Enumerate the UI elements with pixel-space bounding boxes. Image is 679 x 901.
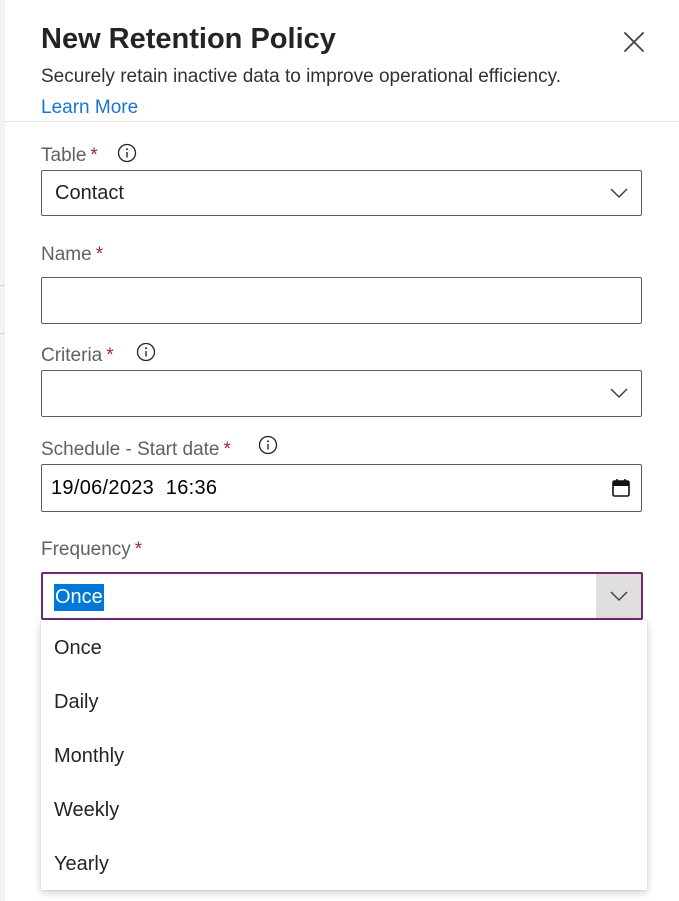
name-label-text: Name bbox=[41, 244, 92, 265]
frequency-label-text: Frequency bbox=[41, 539, 131, 560]
table-label-text: Table bbox=[41, 145, 87, 166]
close-button[interactable] bbox=[621, 29, 647, 55]
frequency-dropdown-button[interactable] bbox=[596, 574, 641, 618]
close-icon bbox=[624, 32, 644, 52]
info-icon[interactable] bbox=[258, 435, 278, 455]
option-label: Monthly bbox=[54, 745, 125, 767]
frequency-select[interactable]: Once bbox=[41, 572, 643, 620]
frequency-option-weekly[interactable]: Weekly bbox=[41, 783, 647, 837]
table-label: Table * bbox=[41, 143, 98, 169]
frequency-option-monthly[interactable]: Monthly bbox=[41, 729, 647, 783]
option-label: Weekly bbox=[54, 799, 120, 821]
start-date-value: 19/06/2023 16:36 bbox=[51, 477, 218, 499]
frequency-label: Frequency * bbox=[41, 537, 142, 563]
chevron-down-icon bbox=[610, 188, 628, 199]
criteria-label: Criteria * bbox=[41, 343, 114, 369]
chevron-down-icon bbox=[610, 388, 628, 399]
background-divider bbox=[0, 285, 5, 286]
chevron-down-icon bbox=[610, 591, 628, 602]
frequency-option-daily[interactable]: Daily bbox=[41, 675, 647, 729]
frequency-option-yearly[interactable]: Yearly bbox=[41, 837, 647, 891]
frequency-select-value: Once bbox=[54, 584, 104, 611]
background-page-edge bbox=[0, 0, 5, 901]
calendar-icon[interactable] bbox=[611, 478, 631, 498]
background-divider bbox=[0, 333, 5, 334]
schedule-label-text: Schedule - Start date bbox=[41, 439, 220, 460]
page-title: New Retention Policy bbox=[41, 23, 336, 55]
required-marker: * bbox=[90, 145, 98, 166]
criteria-label-text: Criteria bbox=[41, 345, 103, 366]
start-date-input[interactable]: 19/06/2023 16:36 bbox=[41, 464, 642, 512]
name-input[interactable] bbox=[41, 277, 642, 324]
option-label: Yearly bbox=[54, 853, 109, 875]
table-select-value: Contact bbox=[55, 182, 124, 204]
frequency-options-list: Once Daily Monthly Weekly Yearly bbox=[41, 620, 647, 890]
required-marker: * bbox=[134, 539, 143, 560]
name-label: Name * bbox=[41, 242, 103, 268]
option-label: Daily bbox=[54, 691, 99, 713]
info-icon[interactable] bbox=[117, 143, 137, 163]
retention-policy-panel: New Retention Policy Securely retain ina… bbox=[0, 0, 679, 901]
panel-description: Securely retain inactive data to improve… bbox=[41, 61, 561, 123]
criteria-select[interactable] bbox=[41, 370, 642, 417]
table-select[interactable]: Contact bbox=[41, 170, 642, 216]
required-marker: * bbox=[106, 345, 114, 366]
learn-more-link[interactable]: Learn More bbox=[41, 97, 138, 118]
schedule-label: Schedule - Start date * bbox=[41, 437, 231, 463]
frequency-option-once[interactable]: Once bbox=[41, 621, 647, 675]
description-text: Securely retain inactive data to improve… bbox=[41, 66, 561, 87]
panel-header: New Retention Policy Securely retain ina… bbox=[5, 0, 679, 122]
option-label: Once bbox=[54, 637, 102, 659]
required-marker: * bbox=[95, 244, 104, 265]
required-marker: * bbox=[223, 439, 231, 460]
info-icon[interactable] bbox=[136, 342, 156, 362]
